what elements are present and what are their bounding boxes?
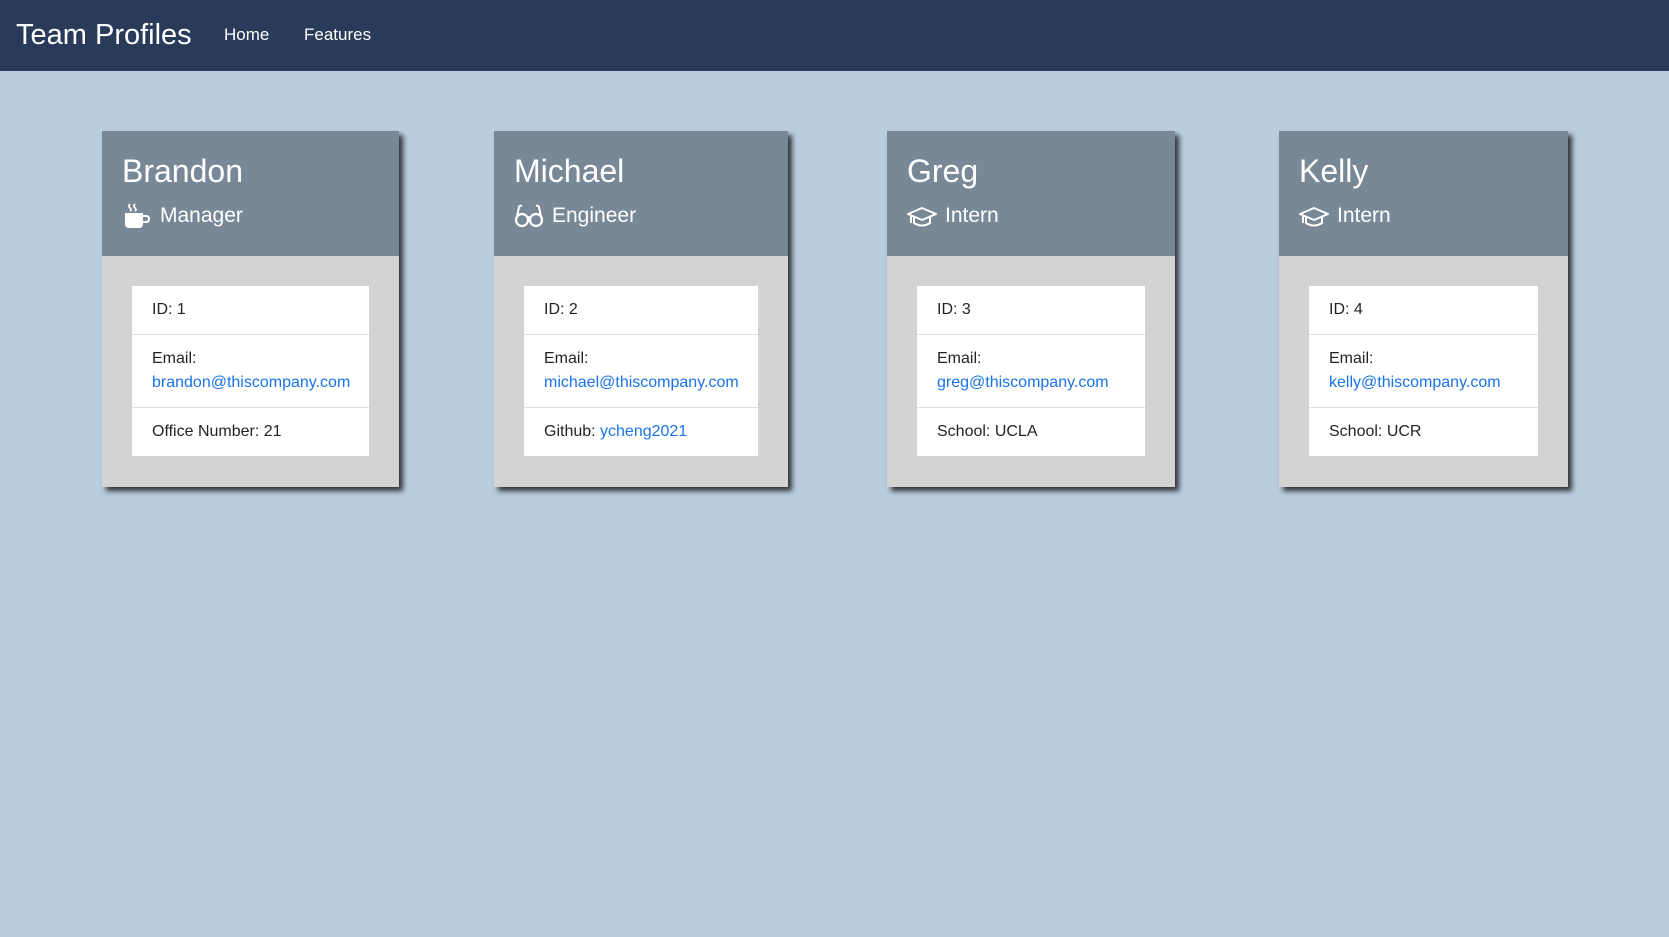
employee-card: Greg Intern ID: 3 Email: greg@thiscompan…: [887, 131, 1175, 487]
nav-link-home[interactable]: Home: [224, 25, 269, 45]
email-label: Email:: [152, 350, 197, 367]
employee-name: Kelly: [1299, 153, 1369, 189]
email-item: Email: kelly@thiscompany.com: [1309, 335, 1538, 408]
card-header: Michael Engineer: [494, 131, 788, 256]
employee-name: Brandon: [122, 153, 243, 189]
card-header: Greg Intern: [887, 131, 1175, 256]
mug-icon: [122, 202, 152, 230]
email-link[interactable]: kelly@thiscompany.com: [1329, 374, 1501, 391]
email-link[interactable]: michael@thiscompany.com: [544, 374, 739, 391]
email-item: Email: greg@thiscompany.com: [917, 335, 1145, 408]
navbar: Team Profiles Home Features: [0, 0, 1669, 71]
school-item: School: UCLA: [937, 423, 1038, 440]
github-item: Github: ycheng2021: [524, 408, 758, 456]
email-item: Email: brandon@thiscompany.com: [132, 335, 369, 408]
role-row: Intern: [907, 201, 999, 231]
github-link[interactable]: ycheng2021: [600, 423, 687, 440]
id-item: ID: 4: [1309, 286, 1538, 335]
email-label: Email:: [544, 350, 589, 367]
employee-role: Manager: [160, 204, 243, 227]
glasses-icon: [514, 202, 544, 230]
email-link[interactable]: greg@thiscompany.com: [937, 374, 1109, 391]
employee-role: Intern: [945, 204, 999, 227]
role-row: Intern: [1299, 201, 1391, 231]
nav-link-features[interactable]: Features: [304, 25, 371, 45]
email-label: Email:: [1329, 350, 1374, 367]
id-item: ID: 2: [524, 286, 758, 335]
school-item: School: UCR: [1329, 423, 1422, 440]
email-label: Email:: [937, 350, 982, 367]
card-header: Kelly Intern: [1279, 131, 1568, 256]
employee-card: Michael Engineer ID: 2 Email: michael@th…: [494, 131, 788, 487]
employee-card: Brandon Manager ID: 1 Email: brandon@thi…: [102, 131, 399, 487]
role-row: Manager: [122, 201, 243, 231]
info-list: ID: 3 Email: greg@thiscompany.com School…: [917, 286, 1145, 456]
info-list: ID: 1 Email: brandon@thiscompany.com Off…: [132, 286, 369, 456]
navbar-brand[interactable]: Team Profiles: [16, 17, 192, 53]
graduation-cap-icon: [907, 202, 937, 230]
id-item: ID: 1: [132, 286, 369, 335]
role-row: Engineer: [514, 201, 636, 231]
employee-card: Kelly Intern ID: 4 Email: kelly@thiscomp…: [1279, 131, 1568, 487]
github-label: Github:: [544, 423, 601, 440]
graduation-cap-icon: [1299, 202, 1329, 230]
info-list: ID: 4 Email: kelly@thiscompany.com Schoo…: [1309, 286, 1538, 456]
employee-name: Michael: [514, 153, 625, 189]
info-list: ID: 2 Email: michael@thiscompany.com Git…: [524, 286, 758, 456]
id-item: ID: 3: [917, 286, 1145, 335]
employee-role: Engineer: [552, 204, 637, 227]
employee-name: Greg: [907, 153, 979, 189]
employee-role: Intern: [1337, 204, 1391, 227]
card-header: Brandon Manager: [102, 131, 399, 256]
email-item: Email: michael@thiscompany.com: [524, 335, 758, 408]
email-link[interactable]: brandon@thiscompany.com: [152, 374, 350, 391]
office-number-item: Office Number: 21: [152, 423, 282, 440]
